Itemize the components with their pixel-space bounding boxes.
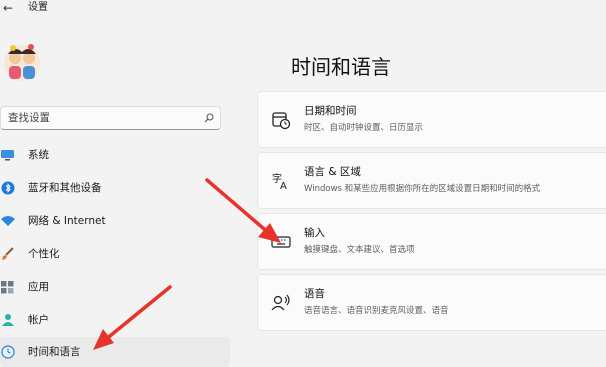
globe-clock-icon [1, 345, 15, 359]
keyboard-icon [271, 236, 291, 248]
app-title: 设置 [28, 2, 48, 13]
sidebar-item-network[interactable]: 网络 & Internet [0, 206, 230, 236]
sidebar-item-apps[interactable]: 应用 [0, 272, 230, 302]
language-icon: 字 A [272, 172, 287, 191]
person-icon [2, 314, 14, 326]
card-language-region[interactable]: 字 A 语言 & 区域 Windows 和某些应用根据你所在的区域设置日期和时间… [257, 152, 606, 209]
card-description: 触摸键盘、文本建议、首选项 [304, 245, 415, 255]
sidebar-item-label: 个性化 [28, 248, 60, 260]
sidebar-item-label: 网络 & Internet [28, 215, 106, 227]
sidebar-item-personalization[interactable]: 个性化 [0, 239, 230, 269]
card-speech[interactable]: 语音 语音语言、语音识别麦克风设置、语音 [257, 274, 606, 331]
page-title: 时间和语言 [291, 55, 391, 79]
card-description: 时区、自动时钟设置、日历显示 [304, 123, 424, 133]
card-title: 输入 [304, 227, 325, 239]
wifi-icon [1, 216, 15, 226]
search-icon[interactable] [204, 113, 214, 123]
card-title: 日期和时间 [304, 105, 357, 117]
card-description: 语音语言、语音识别麦克风设置、语音 [304, 306, 449, 316]
card-title: 语音 [304, 288, 325, 300]
sidebar-item-label: 蓝牙和其他设备 [28, 182, 102, 194]
search-input[interactable]: 查找设置 [8, 107, 50, 129]
title-bar: ← 设置 [0, 0, 606, 18]
sidebar-item-label: 系统 [28, 149, 49, 161]
card-date-time[interactable]: 日期和时间 时区、自动时钟设置、日历显示 [257, 91, 606, 148]
sidebar-item-time-language[interactable]: 时间和语言 [0, 337, 230, 367]
card-title: 语言 & 区域 [304, 166, 361, 178]
paintbrush-icon [2, 247, 14, 260]
monitor-icon [1, 150, 14, 161]
sidebar-item-system[interactable]: 系统 [0, 140, 230, 170]
apps-grid-icon [1, 281, 14, 294]
card-description: Windows 和某些应用根据你所在的区域设置日期和时间的格式 [304, 184, 541, 194]
bluetooth-icon [1, 181, 15, 195]
search-box[interactable]: 查找设置 [0, 106, 221, 130]
sidebar-item-bluetooth[interactable]: 蓝牙和其他设备 [0, 173, 230, 203]
sidebar-item-label: 帐户 [28, 314, 49, 326]
back-arrow-icon[interactable]: ← [3, 1, 13, 15]
svg-text:A: A [280, 181, 287, 191]
sidebar-item-accounts[interactable]: 帐户 [0, 305, 230, 335]
avatar[interactable] [2, 40, 42, 84]
sidebar-item-label: 应用 [28, 281, 49, 293]
sidebar-item-label: 时间和语言 [28, 346, 81, 358]
speech-icon [271, 294, 290, 311]
card-input[interactable]: 输入 触摸键盘、文本建议、首选项 [257, 213, 606, 270]
clock-icon [272, 112, 291, 130]
